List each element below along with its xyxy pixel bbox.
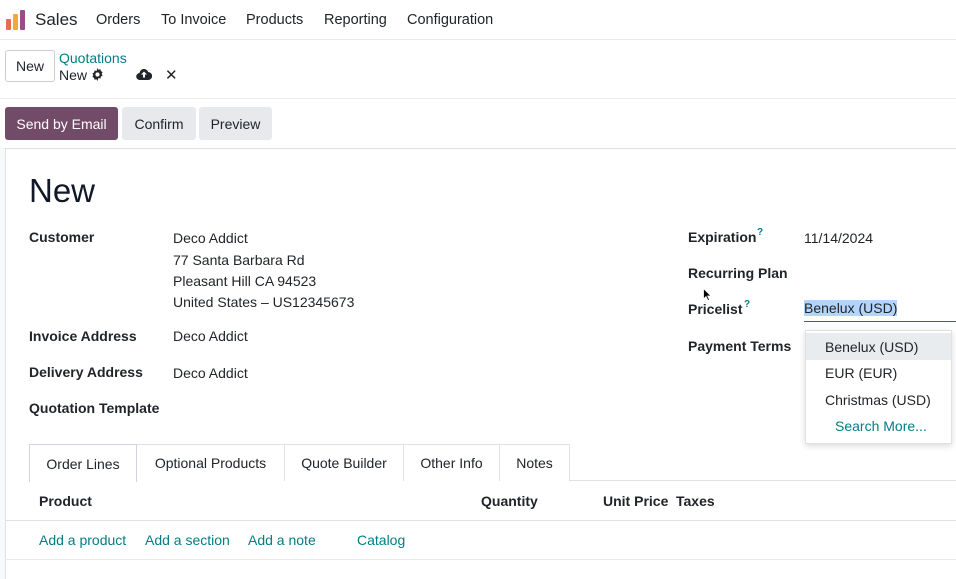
record-title[interactable]: New	[29, 172, 95, 210]
tab-optional-products[interactable]: Optional Products	[136, 444, 285, 481]
column-header-unit-price[interactable]: Unit Price	[603, 493, 668, 509]
pricelist-option-christmas[interactable]: Christmas (USD)	[806, 386, 951, 413]
discard-icon[interactable]: ✕	[165, 66, 178, 84]
customer-address-line-2: Pleasant Hill CA 94523	[173, 273, 317, 289]
tab-order-lines[interactable]: Order Lines	[29, 444, 137, 482]
customer-address-line-1: 77 Santa Barbara Rd	[173, 252, 305, 268]
gear-icon[interactable]	[91, 68, 104, 81]
pricelist-search-more[interactable]: Search More...	[806, 412, 951, 439]
delivery-address-field[interactable]: Deco Addict	[173, 365, 248, 381]
breadcrumb-current-record: New	[59, 67, 88, 83]
pricelist-option-eur[interactable]: EUR (EUR)	[806, 359, 951, 386]
expiration-field[interactable]: 11/14/2024	[804, 230, 873, 246]
pricelist-dropdown: Benelux (USD) EUR (EUR) Christmas (USD) …	[805, 330, 952, 444]
confirm-button[interactable]: Confirm	[122, 107, 196, 140]
tab-quote-builder[interactable]: Quote Builder	[284, 444, 404, 481]
add-note-link[interactable]: Add a note	[248, 532, 316, 548]
send-by-email-button[interactable]: Send by Email	[5, 107, 118, 140]
pricelist-option-benelux[interactable]: Benelux (USD)	[806, 333, 951, 360]
table-header-divider	[5, 520, 956, 521]
tab-notes[interactable]: Notes	[499, 444, 570, 481]
preview-button[interactable]: Preview	[199, 107, 272, 140]
invoice-address-label: Invoice Address	[29, 328, 137, 344]
breadcrumb-quotations[interactable]: Quotations	[59, 50, 127, 66]
pricelist-input[interactable]: Benelux (USD)	[804, 300, 956, 322]
catalog-link[interactable]: Catalog	[357, 532, 405, 548]
recurring-plan-label: Recurring Plan	[688, 265, 788, 281]
menu-products[interactable]: Products	[246, 12, 303, 28]
menu-reporting[interactable]: Reporting	[324, 12, 387, 28]
menu-to-invoice[interactable]: To Invoice	[161, 12, 226, 28]
column-header-taxes[interactable]: Taxes	[676, 493, 715, 509]
column-header-product[interactable]: Product	[39, 493, 92, 509]
expiration-help-icon[interactable]: ?	[757, 227, 763, 238]
pricelist-selected-text: Benelux (USD)	[804, 300, 898, 316]
quotation-template-label: Quotation Template	[29, 400, 160, 416]
expiration-label: Expiration	[688, 229, 757, 245]
payment-terms-label: Payment Terms	[688, 338, 792, 354]
customer-address-line-3: United States – US12345673	[173, 294, 355, 310]
control-panel-divider	[0, 98, 956, 99]
delivery-address-label: Delivery Address	[29, 364, 143, 380]
mouse-cursor-icon	[703, 288, 712, 301]
tab-other-info[interactable]: Other Info	[403, 444, 500, 481]
menu-orders[interactable]: Orders	[96, 12, 140, 28]
customer-field[interactable]: Deco Addict	[173, 230, 248, 246]
new-record-button[interactable]: New	[5, 50, 55, 82]
app-name[interactable]: Sales	[35, 10, 78, 30]
sales-app-icon[interactable]	[5, 9, 27, 31]
save-cloud-icon[interactable]	[136, 67, 152, 81]
pricelist-label: Pricelist	[688, 301, 743, 317]
menu-configuration[interactable]: Configuration	[407, 12, 493, 28]
pricelist-help-icon[interactable]: ?	[744, 299, 750, 310]
top-navbar: Sales Orders To Invoice Products Reporti…	[0, 0, 956, 40]
customer-label: Customer	[29, 229, 95, 245]
table-bottom-divider	[5, 559, 956, 560]
add-section-link[interactable]: Add a section	[145, 532, 230, 548]
add-product-link[interactable]: Add a product	[39, 532, 126, 548]
column-header-quantity[interactable]: Quantity	[481, 493, 538, 509]
invoice-address-field[interactable]: Deco Addict	[173, 328, 248, 344]
